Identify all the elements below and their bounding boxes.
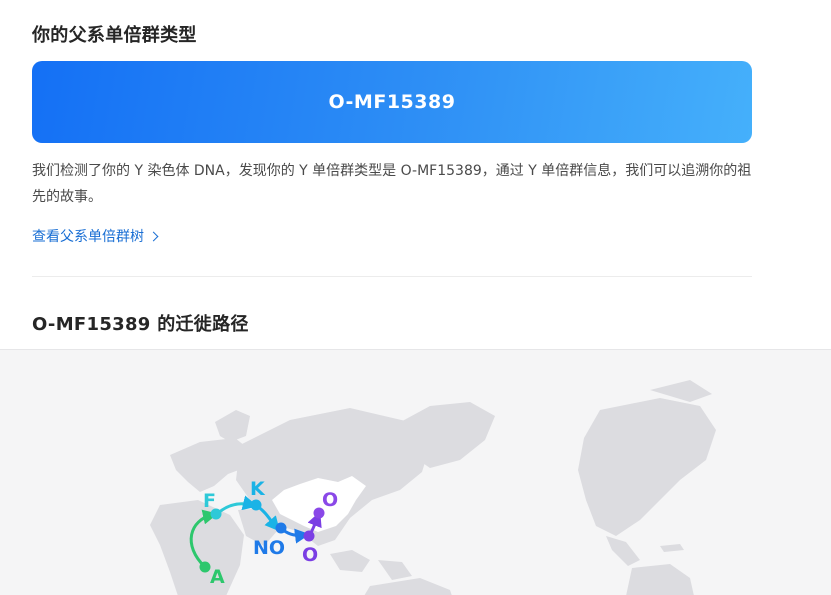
world-map-svg: A F K NO O O — [150, 380, 716, 595]
node-dot-o1 — [303, 530, 315, 542]
haplogroup-description: 我们检测了你的 Y 染色体 DNA，发现你的 Y 单倍群类型是 O-MF1538… — [32, 163, 752, 205]
node-label-a: A — [210, 566, 225, 588]
node-label-o1: O — [302, 544, 318, 566]
chevron-right-icon — [148, 231, 159, 242]
section-title-migration-path: O-MF15389 的迁徙路径 — [32, 314, 249, 335]
land-masses — [150, 380, 716, 595]
view-haplogroup-tree-label: 查看父系单倍群树 — [32, 229, 144, 245]
haplogroup-banner: O-MF15389 — [32, 61, 752, 143]
section-divider — [32, 276, 752, 277]
node-label-no: NO — [253, 537, 285, 559]
node-dot-no — [275, 522, 287, 534]
view-haplogroup-tree-link[interactable]: 查看父系单倍群树 — [32, 226, 159, 246]
node-dot-k — [250, 499, 262, 511]
node-label-k: K — [250, 478, 266, 500]
migration-map: A F K NO O O — [0, 349, 831, 595]
node-dot-a — [199, 561, 211, 573]
node-label-o2: O — [322, 489, 338, 511]
haplogroup-name: O-MF15389 — [328, 91, 456, 113]
section-title-haplogroup-type: 你的父系单倍群类型 — [32, 25, 197, 46]
node-label-f: F — [203, 490, 216, 512]
